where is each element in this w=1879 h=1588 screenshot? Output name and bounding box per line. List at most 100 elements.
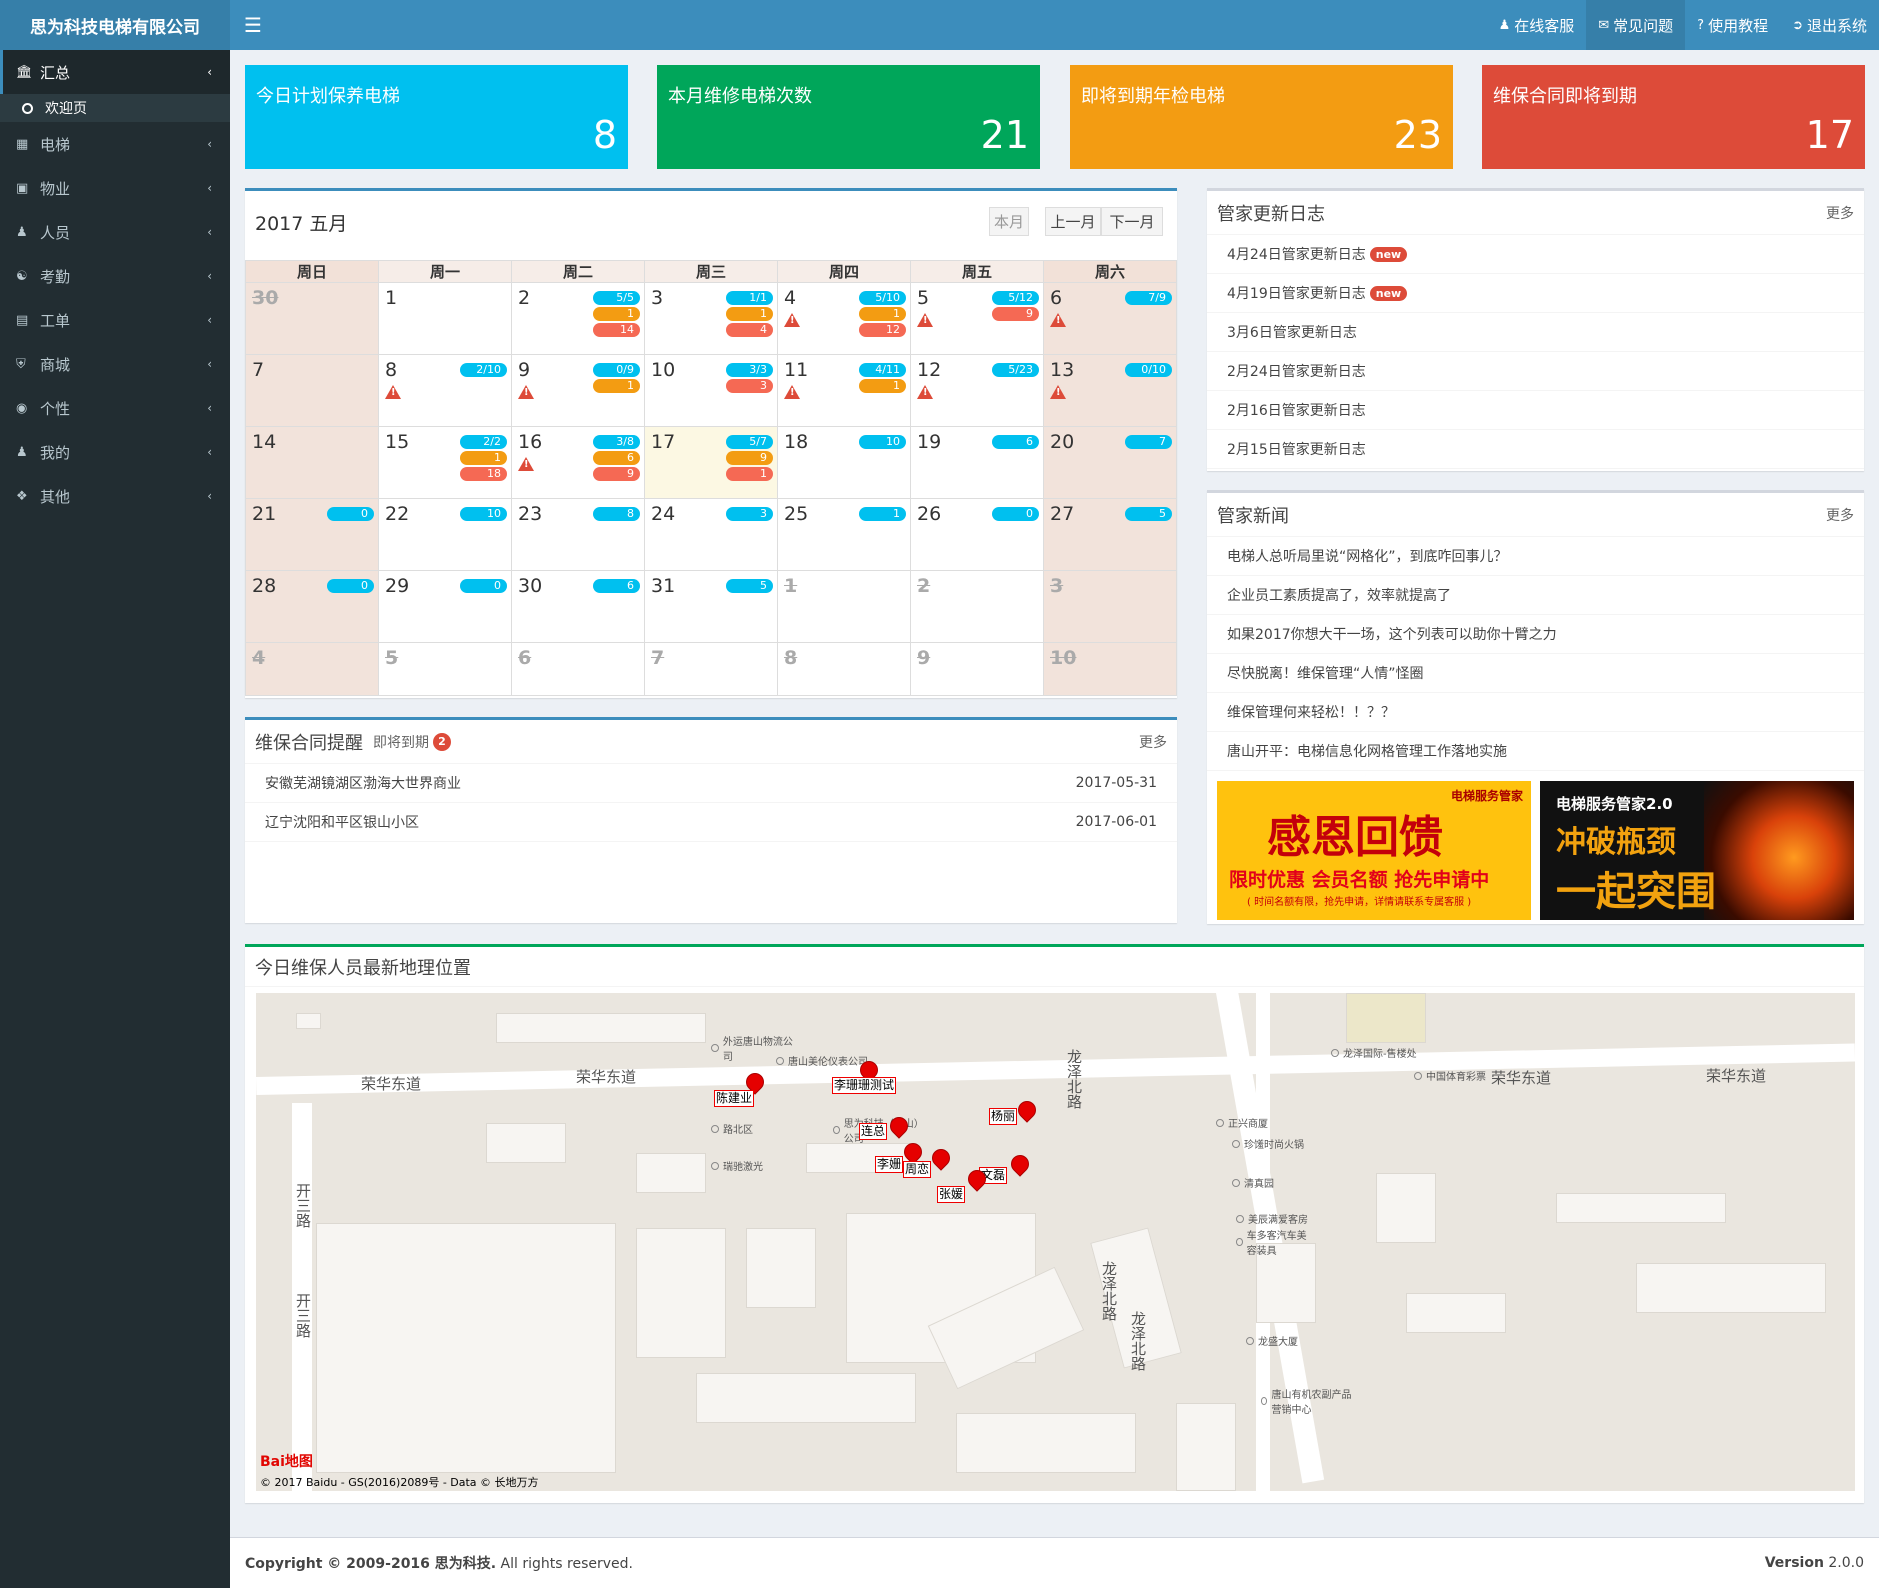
stat-card-0[interactable]: 今日计划保养电梯 8 bbox=[245, 65, 628, 169]
calendar-day[interactable]: 4 5/10 1 12 bbox=[777, 282, 911, 355]
calendar-day[interactable]: 2 bbox=[910, 570, 1044, 643]
event-pill[interactable]: 5 bbox=[726, 579, 773, 593]
calendar-day[interactable]: 1 bbox=[777, 570, 911, 643]
event-pill[interactable]: 7 bbox=[1125, 435, 1172, 449]
staff-name-tag[interactable]: 陈建业 bbox=[714, 1090, 755, 1107]
news-link[interactable]: 如果2017你想大干一场，这个列表可以助你十臂之力 bbox=[1227, 624, 1557, 644]
event-pill[interactable]: 0 bbox=[992, 507, 1039, 521]
calendar-day[interactable]: 31 5 bbox=[644, 570, 778, 643]
event-pill[interactable]: 8 bbox=[593, 507, 640, 521]
event-pill[interactable]: 1 bbox=[593, 379, 640, 393]
news-link[interactable]: 唐山开平：电梯信息化网格管理工作落地实施 bbox=[1227, 741, 1507, 761]
event-pill[interactable]: 0/10 bbox=[1125, 363, 1172, 377]
event-pill[interactable]: 6 bbox=[992, 435, 1039, 449]
event-pill[interactable]: 5/10 bbox=[859, 291, 906, 305]
update-log-row[interactable]: 4月24日管家更新日志 new bbox=[1207, 235, 1864, 274]
event-pill[interactable]: 3 bbox=[726, 379, 773, 393]
calendar-day[interactable]: 10 bbox=[1043, 642, 1177, 696]
calendar-day[interactable]: 7 bbox=[245, 354, 379, 427]
update-log-row[interactable]: 3月6日管家更新日志 bbox=[1207, 313, 1864, 352]
calendar-day[interactable]: 18 10 bbox=[777, 426, 911, 499]
event-pill[interactable]: 5 bbox=[1125, 507, 1172, 521]
event-pill[interactable]: 10 bbox=[859, 435, 906, 449]
calendar-day[interactable]: 30 bbox=[245, 282, 379, 355]
warning-icon[interactable] bbox=[917, 385, 933, 399]
calendar-day[interactable]: 15 2/2 1 18 bbox=[378, 426, 512, 499]
sidebar-item-9[interactable]: ❖ 其他 ‹ bbox=[0, 474, 230, 518]
contract-row[interactable]: 辽宁沈阳和平区银山小区 2017-06-01 bbox=[245, 803, 1177, 842]
staff-name-tag[interactable]: 李珊珊测试 bbox=[832, 1077, 897, 1094]
warning-icon[interactable] bbox=[917, 313, 933, 327]
ad-banner-breakthrough[interactable]: 电梯服务管家2.0 冲破瓶颈 一起突围 bbox=[1540, 781, 1854, 920]
calendar-day[interactable]: 6 bbox=[511, 642, 645, 696]
event-pill[interactable]: 1 bbox=[859, 379, 906, 393]
calendar-day[interactable]: 5 bbox=[378, 642, 512, 696]
update-log-row[interactable]: 2月15日管家更新日志 bbox=[1207, 430, 1864, 469]
staff-marker[interactable] bbox=[1007, 1151, 1033, 1177]
calendar-day[interactable]: 4 bbox=[245, 642, 379, 696]
news-link[interactable]: 电梯人总听局里说“网格化”，到底咋回事儿？ bbox=[1227, 546, 1508, 566]
event-pill[interactable]: 0 bbox=[327, 579, 374, 593]
calendar-day[interactable]: 29 0 bbox=[378, 570, 512, 643]
warning-icon[interactable] bbox=[784, 385, 800, 399]
event-pill[interactable]: 7/9 bbox=[1125, 291, 1172, 305]
calendar-day[interactable]: 16 3/8 6 9 bbox=[511, 426, 645, 499]
staff-name-tag[interactable]: 张媛 bbox=[937, 1186, 966, 1203]
calendar-day[interactable]: 7 bbox=[644, 642, 778, 696]
news-row[interactable]: 企业员工素质提高了，效率就提高了 bbox=[1207, 576, 1864, 615]
calendar-day[interactable]: 8 bbox=[777, 642, 911, 696]
event-pill[interactable]: 0 bbox=[327, 507, 374, 521]
event-pill[interactable]: 5/12 bbox=[992, 291, 1039, 305]
update-log-link[interactable]: 4月19日管家更新日志 bbox=[1227, 283, 1366, 303]
warning-icon[interactable] bbox=[518, 457, 534, 471]
sidebar-item-0[interactable]: 🏛 汇总 ‹ bbox=[0, 50, 230, 94]
calendar-day[interactable]: 25 1 bbox=[777, 498, 911, 571]
topnav-1[interactable]: ✉ 常见问题 bbox=[1586, 0, 1686, 50]
event-pill[interactable]: 9 bbox=[726, 451, 773, 465]
hamburger-icon[interactable]: ☰ bbox=[244, 13, 262, 37]
event-pill[interactable]: 1 bbox=[593, 307, 640, 321]
calendar-day[interactable]: 5 5/12 9 bbox=[910, 282, 1044, 355]
calendar-day[interactable]: 27 5 bbox=[1043, 498, 1177, 571]
calendar-day[interactable]: 9 bbox=[910, 642, 1044, 696]
calendar-day[interactable]: 26 0 bbox=[910, 498, 1044, 571]
sidebar-item-6[interactable]: ⛨ 商城 ‹ bbox=[0, 342, 230, 386]
warning-icon[interactable] bbox=[518, 385, 534, 399]
sidebar-item-8[interactable]: ♟ 我的 ‹ bbox=[0, 430, 230, 474]
calendar-day[interactable]: 11 4/11 1 bbox=[777, 354, 911, 427]
event-pill[interactable]: 3/8 bbox=[593, 435, 640, 449]
calendar-day[interactable]: 13 0/10 bbox=[1043, 354, 1177, 427]
event-pill[interactable]: 9 bbox=[992, 307, 1039, 321]
event-pill[interactable]: 5/23 bbox=[992, 363, 1039, 377]
calendar-day[interactable]: 6 7/9 bbox=[1043, 282, 1177, 355]
sidebar-item-5[interactable]: ▤ 工单 ‹ bbox=[0, 298, 230, 342]
baidu-map[interactable]: 荣华东道 荣华东道 荣华东道 荣华东道 龙泽北路 龙泽北路 龙泽北路 开三路 开… bbox=[256, 993, 1855, 1491]
event-pill[interactable]: 1 bbox=[726, 307, 773, 321]
event-pill[interactable]: 12 bbox=[859, 323, 906, 337]
staff-name-tag[interactable]: 连总 bbox=[859, 1123, 888, 1140]
staff-name-tag[interactable]: 李姗 bbox=[875, 1156, 904, 1173]
event-pill[interactable]: 10 bbox=[460, 507, 507, 521]
warning-icon[interactable] bbox=[1050, 385, 1066, 399]
sidebar-item-4[interactable]: ☯ 考勤 ‹ bbox=[0, 254, 230, 298]
update-log-row[interactable]: 2月24日管家更新日志 bbox=[1207, 352, 1864, 391]
calendar-day[interactable]: 12 5/23 bbox=[910, 354, 1044, 427]
update-log-row[interactable]: 2月16日管家更新日志 bbox=[1207, 391, 1864, 430]
update-log-row[interactable]: 4月19日管家更新日志 new bbox=[1207, 274, 1864, 313]
calendar-day[interactable]: 14 bbox=[245, 426, 379, 499]
sidebar-item-7[interactable]: ◉ 个性 ‹ bbox=[0, 386, 230, 430]
news-row[interactable]: 电梯人总听局里说“网格化”，到底咋回事儿？ bbox=[1207, 537, 1864, 576]
calendar-day[interactable]: 22 10 bbox=[378, 498, 512, 571]
event-pill[interactable]: 2/10 bbox=[460, 363, 507, 377]
topnav-0[interactable]: ♟ 在线客服 bbox=[1487, 0, 1587, 50]
update-log-link[interactable]: 2月15日管家更新日志 bbox=[1227, 439, 1366, 459]
news-link[interactable]: 尽快脱离！维保管理“人情”怪圈 bbox=[1227, 663, 1424, 683]
contract-row[interactable]: 安徽芜湖镜湖区渤海大世界商业 2017-05-31 bbox=[245, 764, 1177, 803]
stat-card-3[interactable]: 维保合同即将到期 17 bbox=[1482, 65, 1865, 169]
event-pill[interactable]: 1 bbox=[859, 307, 906, 321]
event-pill[interactable]: 6 bbox=[593, 451, 640, 465]
event-pill[interactable]: 4/11 bbox=[859, 363, 906, 377]
news-row[interactable]: 维保管理何来轻松！！？？ bbox=[1207, 693, 1864, 732]
topnav-3[interactable]: ➲ 退出系统 bbox=[1780, 0, 1879, 50]
staff-name-tag[interactable]: 周恋 bbox=[903, 1161, 932, 1178]
